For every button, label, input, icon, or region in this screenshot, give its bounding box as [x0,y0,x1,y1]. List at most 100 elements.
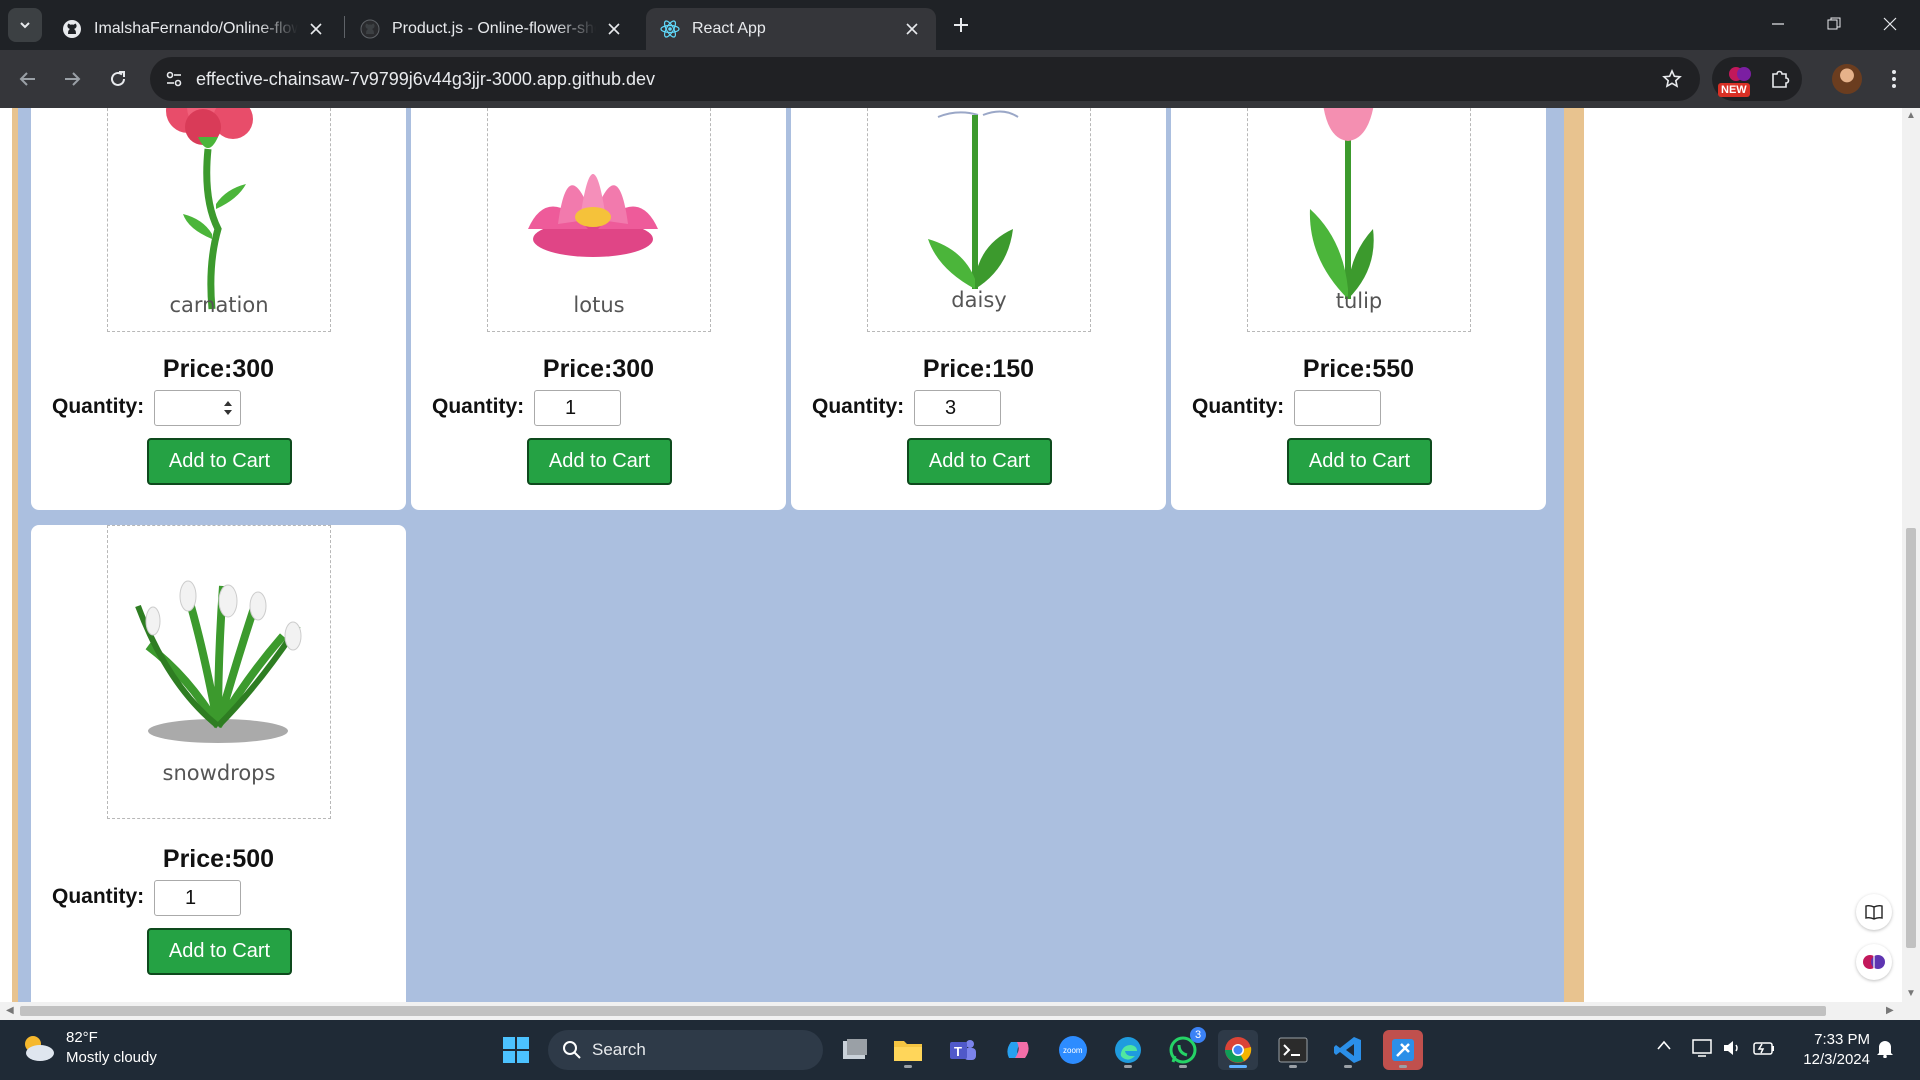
tab-search-button[interactable] [8,8,42,42]
chrome-icon [1225,1037,1252,1063]
reading-mode-button[interactable] [1856,894,1892,930]
reload-button[interactable] [102,63,134,95]
product-name: carnation [169,293,269,317]
add-to-cart-button[interactable]: Add to Cart [147,438,292,485]
whatsapp-button[interactable]: 3 [1163,1027,1206,1070]
profile-avatar[interactable] [1832,64,1862,94]
tune-icon [166,71,182,87]
back-button[interactable] [12,63,44,95]
taskbar-search[interactable]: Search [548,1030,823,1070]
close-window-button[interactable] [1862,0,1918,48]
folder-icon [894,1041,922,1061]
show-hidden-icons[interactable] [1656,1038,1672,1054]
url-text[interactable]: effective-chainsaw-7v9799j6v44g3jjr-3000… [196,69,655,90]
product-card: carnation Price:300 Quantity: Add to Car… [31,108,406,510]
weather-widget[interactable]: 82°F Mostly cloudy [20,1028,157,1068]
tab-product-js[interactable]: Product.js - Online-flower-shop [346,8,638,50]
start-button[interactable] [496,1030,536,1070]
quantity-input[interactable]: 1 [154,880,241,916]
minimize-button[interactable] [1750,0,1806,48]
snipping-tool-button[interactable] [1383,1030,1423,1070]
quantity-label: Quantity: [52,395,145,418]
search-label: Search [592,1040,646,1059]
product-card: lotus Price:300 Quantity: 1 Add to Cart [411,108,786,510]
scroll-down-icon[interactable]: ▼ [1906,988,1916,999]
product-grid: carnation Price:300 Quantity: Add to Car… [18,108,1564,1002]
close-tab-icon[interactable] [604,19,624,39]
add-to-cart-button[interactable]: Add to Cart [147,928,292,975]
close-tab-icon[interactable] [306,19,326,39]
edge-button[interactable] [1108,1030,1148,1070]
bookmark-button[interactable] [1656,63,1688,95]
arrow-right-icon [65,72,81,86]
zoom-button[interactable]: zoom [1053,1030,1093,1070]
quantity-input[interactable]: 1 [534,390,621,426]
chrome-button[interactable] [1218,1030,1258,1070]
file-explorer-button[interactable] [888,1030,928,1070]
teams-button[interactable]: T [943,1030,983,1070]
new-tab-button[interactable] [946,10,976,40]
spinner-arrows-icon[interactable] [222,399,234,417]
clock-time: 7:33 PM [1814,1031,1870,1048]
product-name: lotus [573,293,625,317]
minimize-icon [1772,23,1784,25]
cloud-sun-icon [25,1036,54,1061]
quantity-input[interactable] [154,390,241,426]
restore-button[interactable] [1806,0,1862,48]
add-to-cart-button[interactable]: Add to Cart [907,438,1052,485]
extensions-area: NEW [1712,57,1802,101]
scroll-up-icon[interactable]: ▲ [1906,110,1916,121]
task-view-button[interactable] [835,1030,875,1070]
network-icon[interactable] [1692,1038,1714,1061]
ai-assistant-button[interactable] [1856,944,1892,980]
scroll-thumb[interactable] [20,1006,1826,1016]
arrow-left-icon [19,72,35,86]
clock-date: 12/3/2024 [1803,1051,1870,1068]
product-image: snowdrops [107,525,331,819]
notifications-button[interactable] [1876,1038,1894,1061]
browser-menu-button[interactable] [1878,63,1910,95]
address-bar[interactable]: effective-chainsaw-7v9799j6v44g3jjr-3000… [150,57,1700,101]
scroll-left-icon[interactable]: ◀ [6,1005,14,1016]
horizontal-scrollbar[interactable]: ◀ ▶ [0,1002,1902,1020]
add-to-cart-button[interactable]: Add to Cart [527,438,672,485]
terminal-button[interactable] [1273,1030,1313,1070]
tab-strip: ImalshaFernando/Online-flower Product.js… [0,0,1920,50]
book-icon [1865,904,1883,920]
svg-text:T: T [954,1044,962,1059]
tab-github-repo[interactable]: ImalshaFernando/Online-flower [48,8,340,50]
product-price: Price:300 [162,355,275,383]
scroll-right-icon[interactable]: ▶ [1886,1005,1894,1016]
quantity-input[interactable]: 3 [914,390,1001,426]
scroll-thumb[interactable] [1906,528,1916,948]
product-card: snowdrops Price:500 Quantity: 1 Add to C… [31,525,406,1002]
search-icon [563,1041,581,1059]
vertical-scrollbar[interactable]: ▲ ▼ [1902,108,1920,1002]
battery-icon[interactable] [1752,1038,1776,1061]
clock[interactable]: 7:33 PM 12/3/2024 [1790,1030,1870,1070]
edge-icon [1115,1037,1141,1063]
extension-new-button[interactable]: NEW [1718,63,1758,97]
forward-button[interactable] [56,63,88,95]
vscode-button[interactable] [1328,1030,1368,1070]
close-tab-icon[interactable] [902,19,922,39]
site-info-button[interactable] [158,63,190,95]
quantity-input[interactable] [1294,390,1381,426]
product-name: daisy [951,288,1007,312]
task-view-icon [843,1039,867,1059]
brain-icon [1863,955,1885,969]
copilot-button[interactable] [998,1030,1038,1070]
chevron-up-icon [1657,1040,1671,1050]
tab-react-app[interactable]: React App [646,8,936,50]
page-viewport: carnation Price:300 Quantity: Add to Car… [0,108,1902,1002]
notification-badge: 3 [1190,1027,1206,1043]
product-name: tulip [1335,289,1383,313]
add-to-cart-button[interactable]: Add to Cart [1287,438,1432,485]
product-price: Price:550 [1302,355,1415,383]
volume-icon[interactable] [1722,1038,1742,1061]
quantity-value: 3 [945,397,957,419]
new-badge: NEW [1718,83,1750,97]
product-image: tulip [1247,108,1471,332]
product-card: tulip Price:550 Quantity: Add to Cart [1171,108,1546,510]
extensions-button[interactable] [1766,65,1794,93]
